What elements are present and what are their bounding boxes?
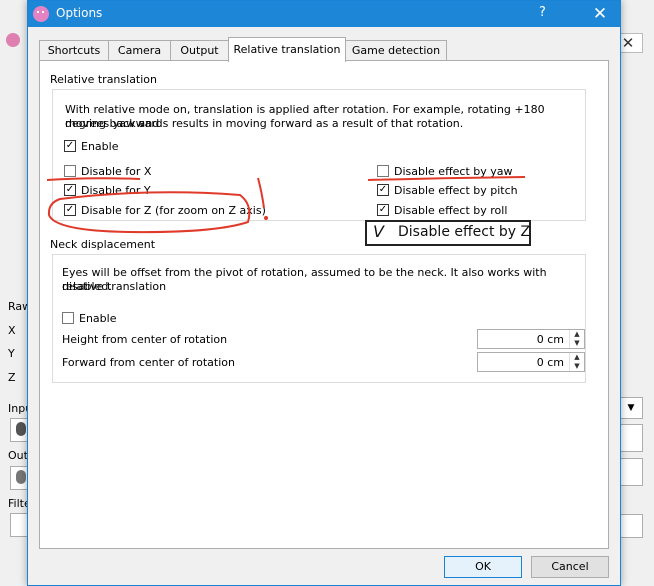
tab-relative-translation[interactable]: Relative translation (228, 37, 346, 62)
exclamation-stroke (257, 177, 265, 209)
exclamation-dot (264, 216, 268, 220)
annotation-text: Disable effect by Z (398, 224, 531, 240)
annotation-layer (46, 176, 526, 234)
underline-disable-yaw (367, 176, 526, 181)
annotation-check-mark: V (373, 222, 384, 241)
circle-disable-z (47, 191, 251, 234)
underline-disable-x (46, 177, 141, 181)
